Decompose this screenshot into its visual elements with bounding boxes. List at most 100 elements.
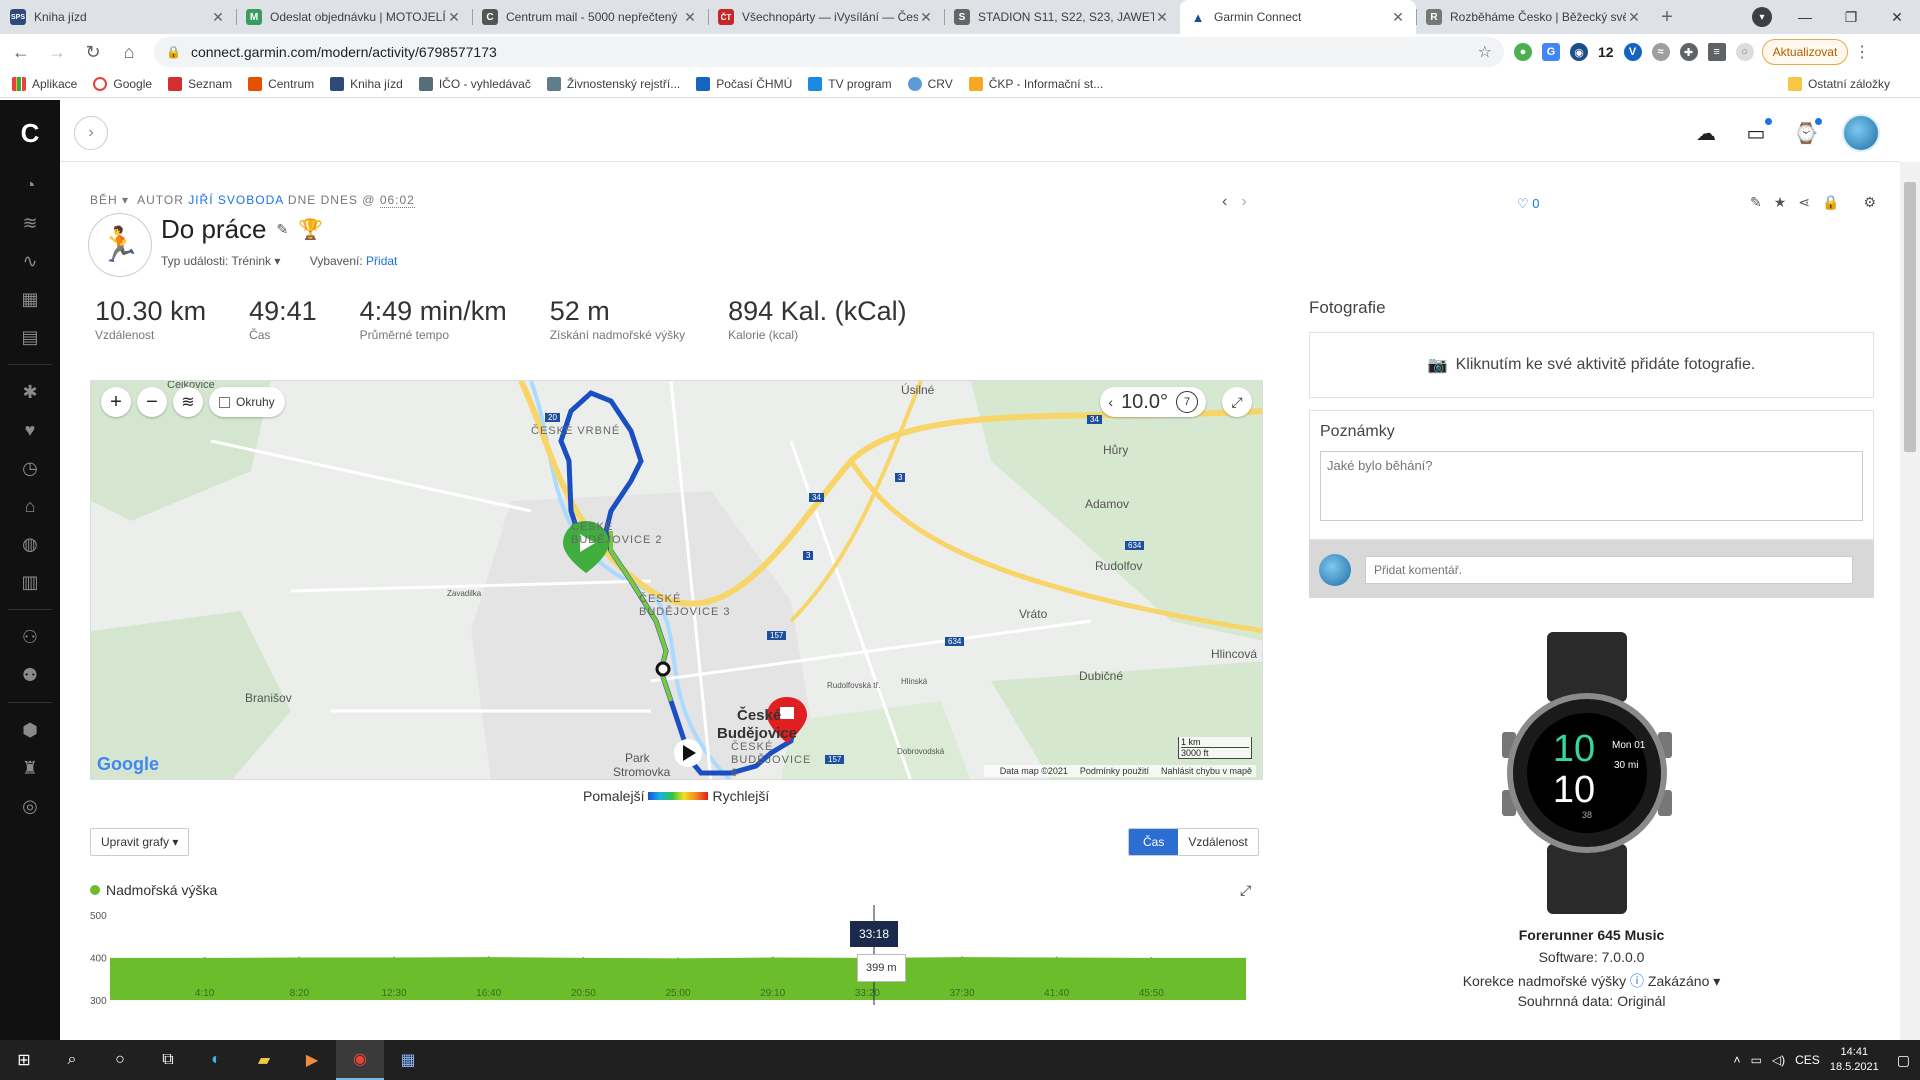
heart-icon[interactable]: ♡ — [1517, 196, 1529, 211]
type-dropdown-icon[interactable]: ▾ — [122, 193, 129, 207]
browser-tab[interactable]: R Rozběháme Česko | Běžecký svě ✕ — [1416, 0, 1652, 34]
close-tab-icon[interactable]: ✕ — [446, 9, 462, 26]
add-photos-button[interactable]: 📷 Kliknutím ke své aktivitě přidáte foto… — [1309, 332, 1874, 398]
address-bar[interactable]: 🔒 connect.garmin.com/modern/activity/679… — [154, 37, 1504, 67]
windows-start-icon[interactable]: ⊞ — [0, 1040, 48, 1080]
author-link[interactable]: JIŘÍ SVOBODA — [188, 193, 283, 207]
device-watch-icon[interactable]: ⌚ — [1792, 118, 1822, 147]
route-map[interactable]: Cejkovice ČESKÉ VRBNÉ ČESKÉ BUDĚJOVICE 2… — [90, 380, 1263, 780]
task-view-icon[interactable]: ⧉ — [144, 1040, 192, 1080]
chrome-icon[interactable]: ◉ — [336, 1040, 384, 1080]
previous-activity-icon[interactable]: ‹ — [1222, 193, 1241, 210]
close-tab-icon[interactable]: ✕ — [1626, 9, 1642, 26]
favorite-star-icon[interactable]: ★ — [1774, 194, 1787, 211]
close-tab-icon[interactable]: ✕ — [1390, 9, 1406, 26]
translate-icon[interactable]: G — [1542, 43, 1560, 61]
extension-icon[interactable]: ◉ — [1570, 43, 1588, 61]
add-gear-link[interactable]: Přidat — [366, 254, 397, 268]
trophy-icon[interactable]: 🏆 — [298, 217, 323, 242]
bookmark-item[interactable]: CRV — [907, 76, 953, 91]
layers-icon[interactable]: ≋ — [0, 204, 60, 242]
bookmark-item[interactable]: Živnostenský rejstří... — [546, 76, 680, 91]
map-fullscreen-icon[interactable]: ⤢ — [1222, 387, 1252, 417]
share-icon[interactable]: ⋖ — [1798, 194, 1810, 211]
activity-type[interactable]: BĚH — [90, 193, 118, 207]
reading-list-icon[interactable]: ≡ — [1707, 43, 1726, 61]
elevation-chart[interactable]: 500 400 300 4:10 8:20 12:30 16:40 20:50 25:00 29:… — [90, 905, 1270, 1005]
zoom-out-button[interactable]: − — [137, 387, 167, 417]
browser-tab-active[interactable]: ▲ Garmin Connect ✕ — [1180, 0, 1416, 34]
media-player-icon[interactable]: ▶ — [288, 1040, 336, 1080]
next-activity-icon[interactable]: › — [1241, 193, 1260, 210]
settings-gear-icon[interactable]: ⚙ — [1863, 194, 1876, 211]
network-icon[interactable]: ▭ — [1751, 1053, 1762, 1067]
bookmark-item[interactable]: Centrum — [248, 76, 314, 91]
calculator-icon[interactable]: ▦ — [384, 1040, 432, 1080]
menu-kebab-icon[interactable]: ⋮ — [1854, 42, 1870, 62]
connections-icon[interactable]: ⚇ — [0, 618, 60, 656]
bookmark-item[interactable]: IČO - vyhledávač — [418, 76, 531, 91]
activity-title[interactable]: Do práce — [161, 214, 267, 245]
minimize-icon[interactable]: — — [1782, 0, 1828, 34]
lock-icon[interactable]: 🔒 — [166, 45, 181, 59]
health-heart-icon[interactable]: ♥ — [0, 411, 60, 449]
tab-search-icon[interactable]: ▾ — [1752, 7, 1772, 27]
bookmark-item[interactable]: Počasí ČHMÚ — [696, 76, 792, 91]
edit-charts-button[interactable]: Upravit grafy ▾ — [90, 828, 190, 856]
close-tab-icon[interactable]: ✕ — [1154, 9, 1170, 26]
keyboard-language[interactable]: CES — [1795, 1053, 1820, 1067]
activity-time[interactable]: 06:02 — [379, 193, 415, 208]
page-scrollbar[interactable] — [1900, 162, 1920, 1040]
home-icon[interactable]: ⌂ — [114, 37, 144, 67]
scrollbar-thumb[interactable] — [1904, 182, 1916, 452]
dashboard-icon[interactable]: ◔ — [0, 166, 60, 204]
avatar[interactable] — [1842, 114, 1880, 152]
stopwatch-icon[interactable]: ◷ — [0, 449, 60, 487]
tray-chevron-icon[interactable]: ˄ — [1734, 1053, 1741, 1067]
notes-textarea[interactable] — [1320, 451, 1863, 521]
extension-icon[interactable]: V — [1623, 43, 1642, 61]
weather-widget[interactable]: ‹ 10.0° 7 — [1100, 387, 1206, 417]
badges-icon[interactable]: ⬢ — [0, 711, 60, 749]
extension-icon[interactable]: ● — [1514, 43, 1532, 61]
bookmark-item[interactable]: Google — [93, 76, 152, 91]
bookmark-item[interactable]: ČKP - Informační st... — [968, 76, 1103, 91]
close-tab-icon[interactable]: ✕ — [210, 9, 226, 26]
shoe-icon[interactable]: ⌂ — [0, 487, 60, 525]
close-tab-icon[interactable]: ✕ — [682, 9, 698, 26]
profile-icon[interactable]: ○ — [1735, 43, 1754, 61]
toggle-time[interactable]: Čas — [1129, 829, 1179, 855]
close-window-icon[interactable]: ✕ — [1874, 0, 1920, 34]
comment-input[interactable] — [1365, 556, 1853, 584]
calendar-icon[interactable]: ▦ — [0, 280, 60, 318]
browser-tab[interactable]: ČT Všechnopárty — iVysílání — Čes ✕ — [708, 0, 944, 34]
training-icon[interactable]: ✱ — [0, 373, 60, 411]
browser-tab[interactable]: M Odeslat objednávku | MOTOJELÍ ✕ — [236, 0, 472, 34]
close-tab-icon[interactable]: ✕ — [918, 9, 934, 26]
bookmark-item[interactable]: Aplikace — [12, 76, 77, 91]
edge-icon[interactable]: ◐ — [192, 1040, 240, 1080]
trophy-icon[interactable]: ♜ — [0, 749, 60, 787]
garmin-logo-icon[interactable]: C — [0, 100, 60, 166]
reports-chart-icon[interactable]: ▥ — [0, 563, 60, 601]
news-icon[interactable]: ▤ — [0, 318, 60, 356]
browser-tab[interactable]: S STADION S11, S22, S23, JAWETA ✕ — [944, 0, 1180, 34]
edit-icon[interactable]: ✎ — [1750, 194, 1762, 211]
groups-icon[interactable]: ⚉ — [0, 656, 60, 694]
laps-checkbox[interactable] — [219, 396, 230, 408]
bookmark-item[interactable]: TV program — [808, 76, 892, 91]
event-type[interactable]: Typ události: Trénink ▾ — [161, 254, 280, 268]
extension-icon[interactable]: ≈ — [1651, 43, 1670, 61]
edit-pencil-icon[interactable]: ✎ — [277, 221, 289, 238]
help-icon[interactable]: ⓘ — [1630, 973, 1644, 989]
expand-sidebar-button[interactable]: › — [74, 116, 108, 150]
google-logo[interactable]: Google — [97, 754, 159, 775]
reload-icon[interactable]: ↻ — [78, 37, 108, 67]
map-layers-icon[interactable]: ≋ — [173, 387, 203, 417]
challenges-icon[interactable]: ◎ — [0, 787, 60, 825]
bookmark-item[interactable]: Seznam — [168, 76, 232, 91]
extension-badge[interactable]: 12 — [1598, 44, 1614, 60]
update-button[interactable]: Aktualizovat — [1761, 39, 1849, 65]
bookmark-item[interactable]: Kniha jízd — [330, 76, 403, 91]
insights-bulb-icon[interactable]: ◍ — [0, 525, 60, 563]
